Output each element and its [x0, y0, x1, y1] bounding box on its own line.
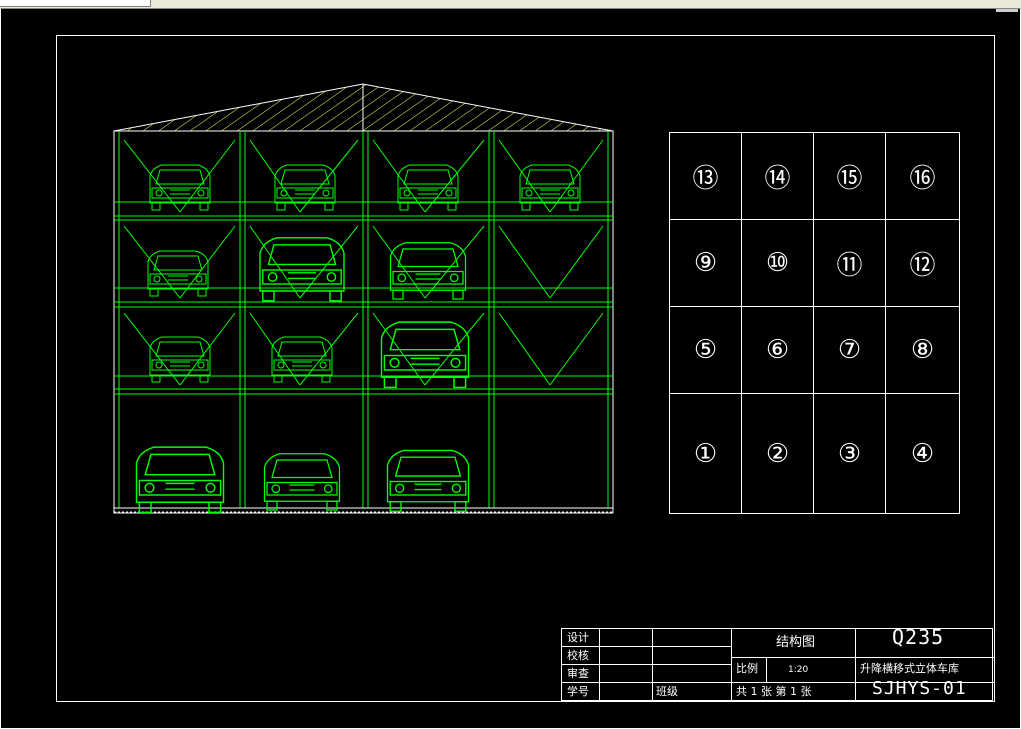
slot-cell: ⑭ — [742, 133, 814, 220]
scale-label: 比例 — [736, 662, 758, 675]
slot-cell: ③ — [814, 394, 886, 513]
drawing-name: 结构图 — [776, 635, 816, 650]
class-label: 班级 — [656, 685, 678, 698]
car-slot-13 — [149, 164, 211, 211]
student-no-label: 学号 — [567, 685, 589, 698]
slot-cell: ⑮ — [814, 133, 886, 220]
slot-cell: ⑬ — [670, 133, 742, 220]
drawing-number: SJHYS-01 — [872, 678, 967, 699]
parking-slot-grid: ⑬ ⑭ ⑮ ⑯ ⑨ ⑩ ⑪ ⑫ ⑤ ⑥ ⑦ ⑧ ① ② ③ ④ — [669, 132, 960, 514]
material-code: Q235 — [892, 625, 945, 649]
car-slot-9 — [147, 250, 209, 297]
sheet-info: 共 1 张 第 1 张 — [736, 685, 812, 698]
car-slot-3 — [386, 449, 470, 512]
slot-cell: ② — [742, 394, 814, 513]
slot-cell: ⑦ — [814, 307, 886, 394]
title-block: 设计 校核 审查 学号 班级 结构图 Q235 比例 1:20 升降横移式立体车… — [561, 625, 994, 702]
car-slot-2 — [263, 453, 341, 511]
roof-truss — [113, 83, 614, 132]
slot-cell: ⑫ — [886, 220, 959, 307]
slot-cell: ⑪ — [814, 220, 886, 307]
scale-value: 1:20 — [788, 665, 809, 675]
car-slot-15 — [397, 164, 459, 211]
design-label: 设计 — [567, 631, 589, 644]
slot-cell: ⑥ — [742, 307, 814, 394]
slot-cell: ⑩ — [742, 220, 814, 307]
car-slot-1 — [135, 446, 225, 514]
slot-cell: ⑯ — [886, 133, 959, 220]
parked-cars — [135, 164, 581, 514]
slot-cell: ① — [670, 394, 742, 513]
slot-cell: ⑤ — [670, 307, 742, 394]
car-slot-5 — [149, 336, 211, 383]
slot-cell: ⑨ — [670, 220, 742, 307]
slot-cell: ⑧ — [886, 307, 959, 394]
car-slot-7 — [380, 321, 470, 389]
car-slot-16 — [519, 164, 581, 211]
slot-cell: ④ — [910, 438, 935, 469]
car-slot-10 — [259, 237, 345, 302]
review-label: 审查 — [567, 667, 589, 680]
car-slot-14 — [274, 164, 336, 211]
car-slot-6 — [271, 336, 333, 383]
check-label: 校核 — [567, 649, 589, 662]
product-name: 升降横移式立体车库 — [860, 662, 959, 675]
car-slot-11 — [389, 242, 467, 300]
